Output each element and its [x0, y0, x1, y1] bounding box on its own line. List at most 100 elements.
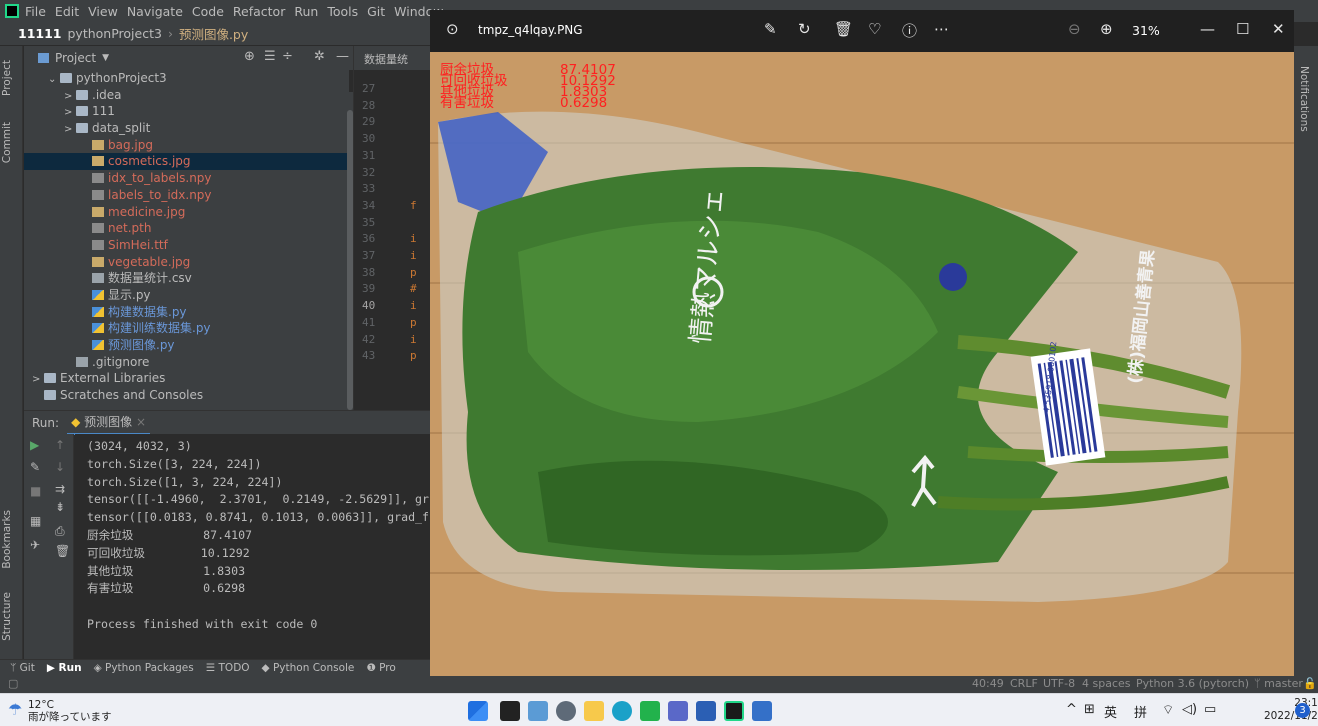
close-icon[interactable]: × [136, 415, 146, 429]
project-tree-item[interactable]: 预测图像.py [24, 337, 349, 354]
collapse-all-icon[interactable]: ÷ [282, 49, 293, 64]
menu-refactor[interactable]: Refactor [233, 4, 285, 19]
more-icon[interactable]: ⋯ [934, 20, 949, 38]
status-encoding[interactable]: UTF-8 [1043, 677, 1075, 690]
tool-tab-git[interactable]: ᛘ Git [10, 662, 35, 674]
start-button-icon[interactable] [468, 701, 488, 721]
wrench-icon[interactable]: ✎ [30, 460, 40, 474]
arrow-up-icon[interactable]: ↑ [55, 438, 65, 452]
settings-taskbar-icon[interactable] [556, 701, 576, 721]
pin-icon[interactable]: ✈ [30, 538, 40, 552]
run-console[interactable]: (3024, 4032, 3) torch.Size([3, 224, 224])… [75, 434, 430, 659]
code-fragment[interactable]: i [410, 333, 417, 346]
project-tree-item[interactable]: cosmetics.jpg [24, 153, 349, 171]
project-panel-title[interactable]: Project [55, 51, 96, 65]
locate-icon[interactable]: ⊕ [244, 49, 255, 64]
edit-image-icon[interactable]: ✎ [764, 20, 777, 38]
minimize-icon[interactable]: — [1200, 20, 1215, 38]
volume-icon[interactable]: ◁) [1182, 702, 1197, 717]
status-toggle-icon[interactable]: ▢ [8, 677, 18, 690]
zoom-level[interactable]: 31% [1132, 23, 1160, 38]
breadcrumb-file[interactable]: 预测图像.py [179, 24, 248, 43]
trash-icon[interactable]: 🗑 [55, 544, 70, 558]
run-tab[interactable]: ◆ 预测图像 × [67, 410, 151, 435]
dropdown-arrow-icon[interactable]: ▼ [102, 53, 109, 63]
project-tree-item[interactable]: vegetable.jpg [24, 254, 349, 271]
favorite-icon[interactable]: ♡ [868, 20, 881, 38]
project-tree-item[interactable]: idx_to_labels.npy [24, 170, 349, 187]
menu-tools[interactable]: Tools [327, 4, 358, 19]
code-fragment[interactable]: i [410, 249, 417, 262]
code-fragment[interactable]: # [410, 282, 417, 295]
status-indent[interactable]: 4 spaces [1082, 677, 1131, 690]
maximize-icon[interactable]: ☐ [1236, 20, 1249, 38]
code-fragment[interactable]: i [410, 232, 417, 245]
word-icon[interactable] [696, 701, 716, 721]
menu-git[interactable]: Git [367, 4, 385, 19]
status-position[interactable]: 40:49 [972, 677, 1004, 690]
code-fragment[interactable]: p [410, 316, 417, 329]
layout-icon[interactable]: ▦ [30, 514, 41, 528]
project-tree-item[interactable]: 构建训练数据集.py [24, 320, 349, 337]
status-branch[interactable]: ᛘ master [1254, 677, 1303, 690]
tool-tab-structure[interactable]: Structure [1, 592, 21, 641]
status-line-sep[interactable]: CRLF [1010, 677, 1038, 690]
scroll-to-end-icon[interactable]: ⇟ [55, 500, 65, 514]
zoom-out-icon[interactable]: ⊖ [1068, 20, 1081, 38]
teams-icon[interactable] [668, 701, 688, 721]
soft-wrap-icon[interactable]: ⇉ [55, 482, 65, 496]
weather-widget[interactable]: 12°C 雨が降っています [28, 699, 111, 723]
menu-view[interactable]: View [88, 4, 118, 19]
project-tree-item[interactable]: 显示.py [24, 287, 349, 304]
project-tree-item[interactable]: .gitignore [24, 354, 349, 371]
tool-tab-python-console[interactable]: ◆ Python Console [262, 662, 355, 674]
battery-icon[interactable]: ▭ [1204, 702, 1216, 717]
project-tree-item[interactable]: >111 [24, 103, 349, 120]
breadcrumb-root[interactable]: 11111 [18, 26, 62, 41]
pycharm-taskbar-icon[interactable] [724, 701, 744, 721]
menu-edit[interactable]: Edit [55, 4, 79, 19]
project-tree-item[interactable]: > .idea [24, 87, 349, 104]
zoom-in-icon[interactable]: ⊕ [1100, 20, 1113, 38]
arrow-down-icon[interactable]: ↓ [55, 460, 65, 474]
input-method-icon[interactable]: ⊞ [1084, 702, 1095, 717]
project-tree-item[interactable]: Scratches and Consoles [24, 387, 349, 404]
rotate-icon[interactable]: ↻ [798, 20, 811, 38]
project-tree-item[interactable]: bag.jpg [24, 137, 349, 154]
tool-tab-python-packages[interactable]: ◈ Python Packages [94, 662, 194, 674]
delete-icon[interactable]: 🗑 [834, 20, 853, 38]
info-icon[interactable]: ⓘ [902, 20, 917, 41]
tool-tab-todo[interactable]: ☰ TODO [206, 662, 250, 674]
edge-browser-icon[interactable] [612, 701, 632, 721]
photos-taskbar-icon[interactable] [528, 701, 548, 721]
menu-file[interactable]: File [25, 4, 46, 19]
gear-icon[interactable]: ✲ [314, 49, 325, 64]
minimize-panel-icon[interactable]: — [336, 49, 349, 64]
breadcrumb-project[interactable]: pythonProject3 [68, 26, 162, 41]
project-tree-item[interactable]: ⌄ pythonProject3 [24, 70, 349, 87]
code-fragment[interactable]: i [410, 299, 417, 312]
project-tree-item[interactable]: net.pth [24, 220, 349, 237]
tool-tab-project[interactable]: Project [1, 60, 21, 96]
close-icon[interactable]: ✕ [1272, 20, 1285, 38]
photo-canvas[interactable]: 情熱マルシェ (株)福岡山善青果 4 535918 000102 厨余垃圾 87.… [430, 52, 1294, 676]
wechat-icon[interactable] [640, 701, 660, 721]
project-tree-item[interactable]: 构建数据集.py [24, 304, 349, 321]
lock-icon[interactable]: 🔓 [1303, 677, 1317, 690]
project-tree-item[interactable]: > External Libraries [24, 370, 349, 387]
tool-tab-commit[interactable]: Commit [1, 122, 21, 163]
task-view-icon[interactable] [500, 701, 520, 721]
tool-tab-run[interactable]: ▶ Run [47, 662, 82, 674]
editor-tab[interactable]: 数据量统 [354, 46, 431, 70]
notification-badge[interactable]: 3 [1295, 703, 1310, 718]
print-icon[interactable]: ⎙ [55, 524, 65, 539]
tool-tab-notifications[interactable]: Notifications [1298, 66, 1310, 132]
weather-icon[interactable]: ☂ [8, 700, 22, 719]
tool-tab-problems[interactable]: ❶ Pro [366, 662, 395, 674]
ime-mode-pinyin[interactable]: 拼 [1134, 702, 1147, 721]
project-tree-item[interactable]: 数据量统计.csv [24, 270, 349, 287]
project-tree-item[interactable]: > data_split [24, 120, 349, 137]
menu-navigate[interactable]: Navigate [127, 4, 183, 19]
project-tree-item[interactable]: medicine.jpg [24, 204, 349, 221]
rerun-icon[interactable]: ▶ [30, 438, 39, 452]
